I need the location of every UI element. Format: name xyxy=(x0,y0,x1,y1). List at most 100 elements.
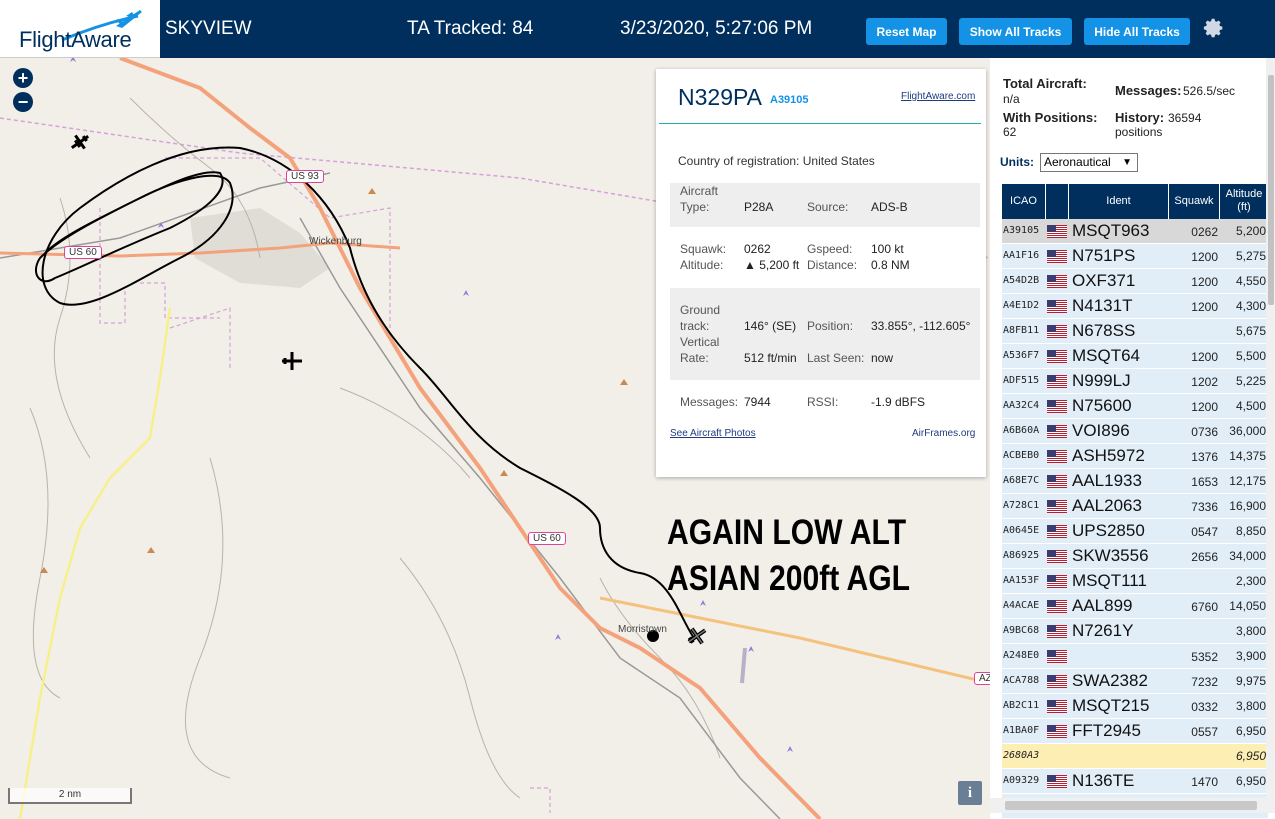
cell-squawk: 1200 xyxy=(1191,350,1218,364)
show-all-tracks-button[interactable]: Show All Tracks xyxy=(959,18,1072,45)
horizontal-scroll-thumb[interactable] xyxy=(1005,801,1257,810)
cell-squawk: 0262 xyxy=(1191,225,1218,239)
zoom-in-button[interactable]: + xyxy=(13,68,33,88)
messages-value: 7944 xyxy=(744,395,771,409)
hide-all-tracks-button[interactable]: Hide All Tracks xyxy=(1084,18,1190,45)
cell-icao: A86925 xyxy=(1003,550,1040,561)
airframes-link[interactable]: AirFrames.org xyxy=(912,428,975,439)
cell-icao: A09329 xyxy=(1003,775,1040,786)
gear-icon[interactable] xyxy=(1201,16,1225,40)
table-row[interactable]: A1BA0F FFT2945 0557 6,950 xyxy=(1002,719,1268,744)
table-row[interactable]: A0645E UPS2850 0547 8,850 xyxy=(1002,519,1268,544)
table-row[interactable]: A728C1 AAL2063 7336 16,900 xyxy=(1002,494,1268,519)
table-row[interactable]: ADF515 N999LJ 1202 5,225 xyxy=(1002,369,1268,394)
cell-altitude: 2,300 xyxy=(1235,574,1266,588)
country-of-registration: Country of registration: United States xyxy=(678,154,875,168)
cell-altitude: 4,550 xyxy=(1235,274,1266,288)
total-aircraft-value: n/a xyxy=(1003,92,1020,106)
us-flag-icon xyxy=(1047,425,1067,438)
units-select[interactable]: Aeronautical ▼ xyxy=(1040,153,1138,172)
vertical-rate-label-1: Vertical xyxy=(680,335,720,349)
altitude-header-line-2: (ft) xyxy=(1237,201,1251,213)
table-row[interactable]: AB2C11 MSQT215 0332 3,800 xyxy=(1002,694,1268,719)
highway-shield-us60-south: US 60 xyxy=(528,532,566,545)
us-flag-icon xyxy=(1047,725,1067,738)
table-row[interactable]: ACBEB0 ASH5972 1376 14,375 xyxy=(1002,444,1268,469)
us-flag-icon xyxy=(1047,575,1067,588)
us-flag-icon xyxy=(1047,625,1067,638)
popup-hex-code[interactable]: A39105 xyxy=(770,94,809,106)
cell-ident: N751PS xyxy=(1072,246,1136,265)
gspeed-value: 100 kt xyxy=(871,242,904,256)
cell-altitude: 16,900 xyxy=(1229,499,1266,513)
flightaware-link[interactable]: FlightAware.com xyxy=(901,91,975,102)
highway-shield-az: AZ xyxy=(974,672,990,685)
cell-icao: AA32C4 xyxy=(1003,400,1040,411)
cell-squawk: 1200 xyxy=(1191,275,1218,289)
table-row[interactable]: A248E0 5352 3,900 xyxy=(1002,644,1268,669)
cell-icao: ACA788 xyxy=(1003,675,1040,686)
aircraft-type-value: P28A xyxy=(744,200,774,214)
table-row[interactable]: A8FB11 N678SS 5,675 xyxy=(1002,319,1268,344)
vertical-scroll-thumb[interactable] xyxy=(1268,75,1274,305)
table-row[interactable]: AA32C4 N75600 1200 4,500 xyxy=(1002,394,1268,419)
highway-shield-us60-west: US 60 xyxy=(64,246,102,259)
cell-squawk: 6760 xyxy=(1191,600,1218,614)
popup-section-type: Aircraft Type: P28A Source: ADS-B xyxy=(670,183,980,227)
map-label-morristown: Morristown xyxy=(618,624,667,635)
table-row[interactable]: A39105 MSQT963 0262 5,200 xyxy=(1002,219,1268,244)
app-name: SKYVIEW xyxy=(165,18,252,39)
cell-icao: ADF515 xyxy=(1003,375,1040,386)
map-label-wickenburg: Wickenburg xyxy=(309,236,362,247)
table-row[interactable]: A86925 SKW3556 2656 34,000 xyxy=(1002,544,1268,569)
cell-altitude: 4,500 xyxy=(1235,399,1266,413)
cell-altitude: 3,900 xyxy=(1235,649,1266,663)
cell-altitude: 5,675 xyxy=(1235,324,1266,338)
country-label: Country of registration: xyxy=(678,154,800,168)
popup-divider xyxy=(659,123,981,124)
aircraft-table: ICAO Ident Squawk Altitude (ft) A39105 MS… xyxy=(1002,184,1268,819)
cell-ident: MSQT111 xyxy=(1072,571,1147,590)
reset-map-button[interactable]: Reset Map xyxy=(866,18,947,45)
cell-squawk: 1202 xyxy=(1191,375,1218,389)
table-row[interactable]: A68E7C AAL1933 1653 12,175 xyxy=(1002,469,1268,494)
table-row[interactable]: AA153F MSQT111 2,300 xyxy=(1002,569,1268,594)
us-flag-icon xyxy=(1047,375,1067,388)
col-header-ident[interactable]: Ident xyxy=(1069,184,1168,219)
skyview-app: FlightAware SKYVIEW TA Tracked: 84 3/23/… xyxy=(0,0,1275,819)
info-button[interactable]: i xyxy=(958,781,982,805)
col-header-flag[interactable] xyxy=(1046,184,1068,219)
cell-altitude: 6,950 xyxy=(1235,774,1266,788)
cell-ident: VOI896 xyxy=(1072,421,1130,440)
us-flag-icon xyxy=(1047,775,1067,788)
cell-ident: N75600 xyxy=(1072,396,1132,415)
messages-rate-label: Messages: xyxy=(1115,83,1182,98)
table-row[interactable]: 2680A3 6,950 xyxy=(1002,744,1268,769)
rssi-label: RSSI: xyxy=(807,395,839,409)
table-row[interactable]: A4E1D2 N4131T 1200 4,300 xyxy=(1002,294,1268,319)
cell-squawk: 1653 xyxy=(1191,475,1218,489)
cell-altitude: 3,800 xyxy=(1235,624,1266,638)
flightaware-logo[interactable]: FlightAware xyxy=(0,0,160,58)
table-row[interactable]: A4ACAE AAL899 6760 14,050 xyxy=(1002,594,1268,619)
see-aircraft-photos-link[interactable]: See Aircraft Photos xyxy=(670,428,756,439)
table-row[interactable]: A09329 N136TE 1470 6,950 xyxy=(1002,769,1268,794)
cell-ident: N999LJ xyxy=(1072,371,1131,390)
col-header-icao[interactable]: ICAO xyxy=(1002,184,1045,219)
cell-ident: ASH5972 xyxy=(1072,446,1145,465)
cell-squawk: 0736 xyxy=(1191,425,1218,439)
table-row[interactable]: AA1F16 N751PS 1200 5,275 xyxy=(1002,244,1268,269)
with-positions-value: 62 xyxy=(1003,125,1017,139)
last-seen-value: now xyxy=(871,351,894,365)
map-scale: 2 nm xyxy=(8,788,132,804)
zoom-out-button[interactable]: − xyxy=(13,92,33,112)
col-header-altitude[interactable]: Altitude (ft) xyxy=(1220,184,1268,219)
us-flag-icon xyxy=(1047,325,1067,338)
table-row[interactable]: A9BC68 N7261Y 3,800 xyxy=(1002,619,1268,644)
cell-altitude: 3,800 xyxy=(1235,699,1266,713)
table-row[interactable]: A54D2B OXF371 1200 4,550 xyxy=(1002,269,1268,294)
table-row[interactable]: ACA788 SWA2382 7232 9,975 xyxy=(1002,669,1268,694)
table-row[interactable]: A536F7 MSQT64 1200 5,500 xyxy=(1002,344,1268,369)
table-row[interactable]: A6B60A VOI896 0736 36,000 xyxy=(1002,419,1268,444)
col-header-squawk[interactable]: Squawk xyxy=(1169,184,1219,219)
